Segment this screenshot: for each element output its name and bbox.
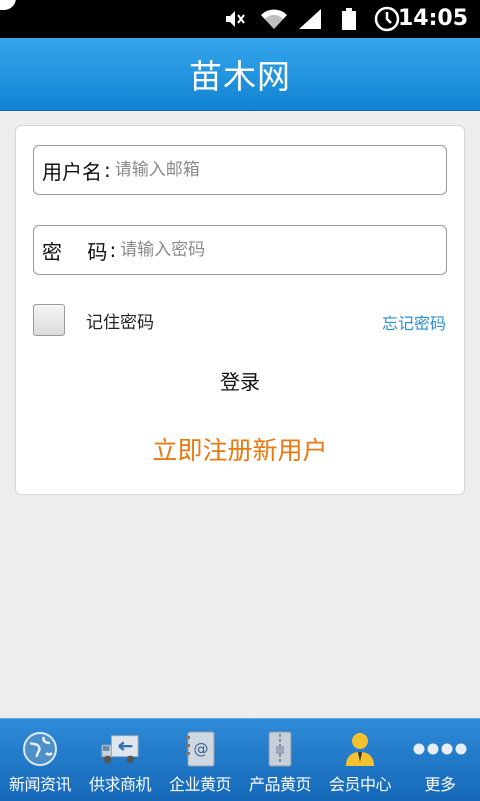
password-field[interactable]: 密 码 : <box>33 225 447 275</box>
globe-icon <box>20 729 60 769</box>
nav-label-supply-demand: 供求商机 <box>88 775 152 794</box>
svg-text:@: @ <box>194 740 209 758</box>
nav-item-news[interactable]: 新闻资讯 <box>0 719 80 801</box>
page-title: 苗木网 <box>189 57 291 96</box>
nav-label-member-center: 会员中心 <box>328 775 392 794</box>
login-button[interactable]: 登录 <box>16 366 464 395</box>
title-bar: 苗木网 <box>0 38 480 111</box>
remember-password-checkbox[interactable] <box>33 304 65 336</box>
password-colon: : <box>109 238 117 262</box>
username-field[interactable]: 用户名 : <box>33 145 447 195</box>
nav-item-member-center[interactable]: 会员中心 <box>320 719 400 801</box>
notification-indicator <box>0 0 16 10</box>
forgot-password-link[interactable]: 忘记密码 <box>382 310 446 334</box>
nav-label-news: 新闻资讯 <box>8 775 72 794</box>
bottom-nav: 新闻资讯 供求商机 @ 企业黄页 产品黄页 会员中心 更多 <box>0 718 480 801</box>
nav-label-more: 更多 <box>424 775 456 794</box>
password-input[interactable] <box>120 240 446 260</box>
battery-icon <box>338 7 360 31</box>
member-icon <box>340 729 380 769</box>
nav-item-company-directory[interactable]: @ 企业黄页 <box>160 719 240 801</box>
signal-icon <box>296 7 324 31</box>
mute-icon <box>222 7 248 31</box>
nav-item-more[interactable]: 更多 <box>400 719 480 801</box>
password-label: 密 码 <box>42 239 108 264</box>
register-link[interactable]: 立即注册新用户 <box>16 431 464 467</box>
more-icon <box>410 729 470 769</box>
nav-label-company-directory: 企业黄页 <box>168 775 232 794</box>
wifi-icon <box>258 7 290 31</box>
remember-password-label: 记住密码 <box>86 313 154 333</box>
status-bar: 14:05 <box>0 0 480 38</box>
username-label: 用户名 <box>42 159 102 184</box>
contact-book-icon: @ <box>180 729 220 769</box>
username-input[interactable] <box>114 160 446 180</box>
truck-icon <box>100 729 140 769</box>
login-card: 用户名 : 密 码 : 记住密码 忘记密码 登录 立即注册新用户 <box>15 125 465 495</box>
nav-item-product-directory[interactable]: 产品黄页 <box>240 719 320 801</box>
username-colon: : <box>104 158 111 182</box>
nav-item-supply-demand[interactable]: 供求商机 <box>80 719 160 801</box>
status-time: 14:05 <box>397 6 468 31</box>
folder-icon <box>260 729 300 769</box>
nav-label-product-directory: 产品黄页 <box>248 775 312 794</box>
